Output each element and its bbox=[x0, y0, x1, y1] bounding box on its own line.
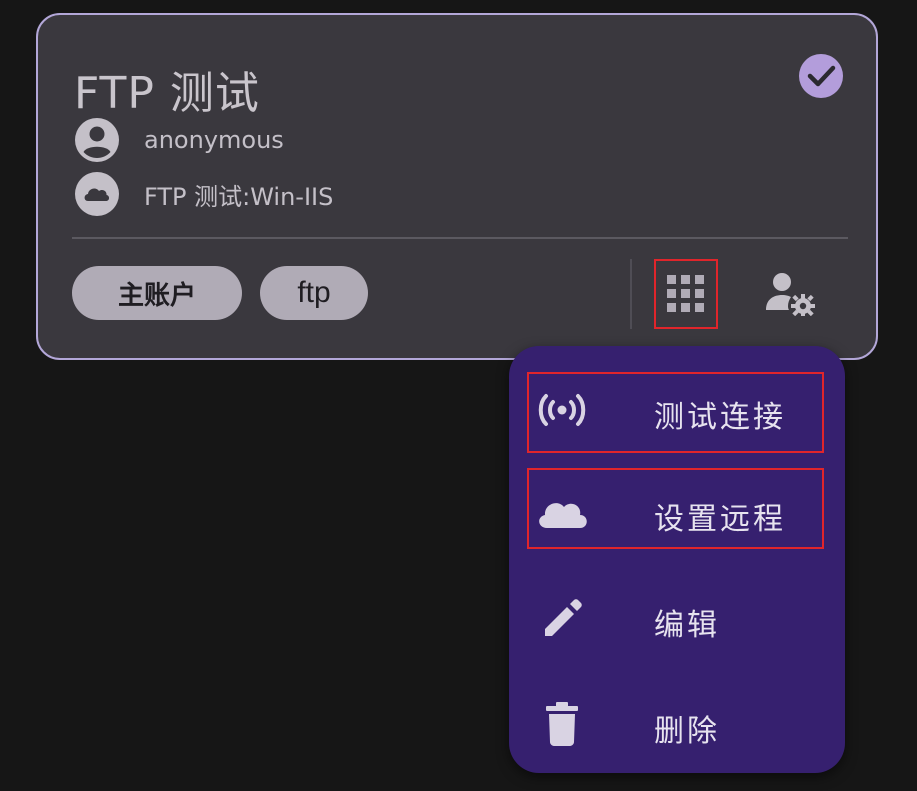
wifi-tethering-icon bbox=[538, 394, 586, 426]
menu-item-label: 测试连接 bbox=[654, 400, 786, 435]
pencil-icon bbox=[545, 599, 582, 636]
card-title: FTP 测试 bbox=[74, 68, 260, 119]
check-circle-icon bbox=[799, 54, 843, 98]
menu-item-delete[interactable]: 删除 bbox=[509, 684, 845, 764]
menu-item-label: 编辑 bbox=[654, 608, 720, 643]
trash-icon bbox=[546, 702, 578, 746]
user-name: anonymous bbox=[144, 126, 284, 154]
chip-main-account[interactable]: 主账户 bbox=[72, 266, 242, 320]
user-row: anonymous bbox=[74, 117, 284, 163]
connection-card[interactable]: FTP 测试 anonymous FTP 测试:Win-IIS 主账户 ftp bbox=[36, 13, 878, 360]
apps-menu-button[interactable] bbox=[654, 259, 718, 329]
manage-accounts-icon[interactable] bbox=[764, 270, 816, 316]
cloud-circle-icon bbox=[75, 172, 119, 216]
vertical-divider bbox=[630, 259, 632, 329]
menu-item-edit[interactable]: 编辑 bbox=[509, 578, 845, 658]
menu-item-test-connection[interactable]: 测试连接 bbox=[509, 370, 845, 450]
remote-name: FTP 测试:Win-IIS bbox=[144, 182, 334, 211]
chip-protocol[interactable]: ftp bbox=[260, 266, 368, 320]
apps-grid-icon bbox=[667, 275, 704, 312]
menu-item-label: 设置远程 bbox=[654, 502, 786, 537]
menu-item-label: 删除 bbox=[654, 714, 720, 749]
context-menu: 测试连接 设置远程 编辑 删除 bbox=[509, 346, 845, 773]
cloud-icon bbox=[539, 503, 587, 528]
menu-item-set-remote[interactable]: 设置远程 bbox=[509, 472, 845, 552]
remote-row: FTP 测试:Win-IIS bbox=[74, 171, 333, 217]
divider bbox=[72, 237, 848, 239]
account-circle-icon bbox=[75, 118, 119, 162]
